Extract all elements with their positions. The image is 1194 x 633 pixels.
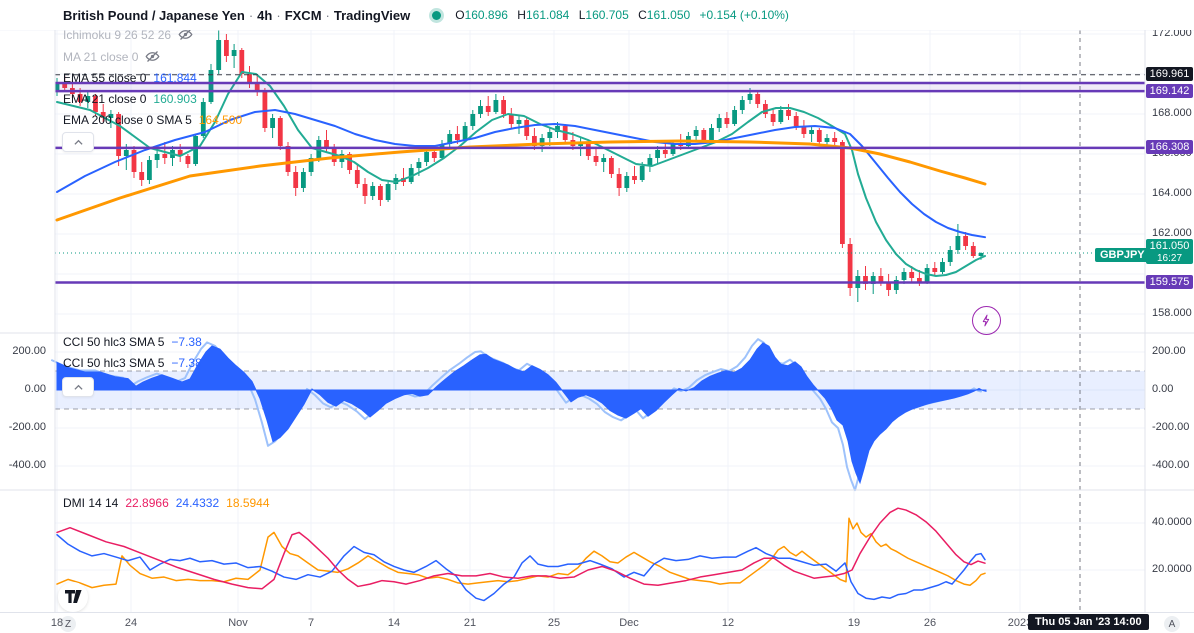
indicator-row-cci-1[interactable]: CCI 50 hlc3 SMA 5 −7.38 [63,335,202,349]
time-label: Nov [228,617,248,629]
price-tick: 158.000 [1152,307,1192,319]
ohlc-values: O160.896 H161.084 L160.705 C161.050 +0.1… [455,8,789,22]
price-badge: 169.142 [1146,83,1193,98]
dmi-tick: 20.0000 [1152,563,1192,575]
lightning-quick-trade-button[interactable] [972,306,1001,335]
cci-tick-left: 200.00 [12,345,46,357]
cci-tick: -400.00 [1152,459,1190,471]
eye-off-icon[interactable] [145,49,160,64]
time-label: 7 [307,617,315,629]
cci-tick: 0.00 [1152,383,1174,395]
time-axis[interactable]: Z Thu 05 Jan '23 14:00 A 18 24 Nov 7 14 21 25 D… [0,612,1194,633]
dmi-adx-value: 22.8966 [125,496,169,510]
tradingview-logo[interactable] [58,582,88,612]
cci-tick: 200.00 [1152,345,1186,357]
price-tick: 168.000 [1152,107,1192,119]
cci-tick-left: -200.00 [8,421,46,433]
dmi-tick: 40.0000 [1152,516,1192,528]
interval-label: 4h [257,7,273,23]
cci-tick-left: 0.00 [24,383,46,395]
auto-scale-button[interactable]: A [1164,616,1180,632]
symbol-price-tag: GBPJPY [1095,248,1150,262]
time-label: 18 [50,617,64,629]
price-tick: 162.000 [1152,227,1192,239]
dmi-minus-di-value: 18.5944 [226,496,270,510]
symbol-title[interactable]: British Pound / Japanese Yen · 4h · FXCM · Tra… [63,8,410,23]
time-label: 25 [547,617,561,629]
cci-value: −7.38 [171,335,202,349]
chart-header: British Pound / Japanese Yen · 4h · FXCM · Tra… [0,0,1194,30]
platform-label: TradingView [333,7,411,23]
price-badge: 166.308 [1146,140,1193,155]
cci-tick: -200.00 [1152,421,1190,433]
time-label: Dec [619,617,639,629]
collapse-indicators-button[interactable] [62,132,94,152]
indicator-row-ema55[interactable]: EMA 55 close 0 161.844 [63,71,197,85]
indicator-row-ema200[interactable]: EMA 200 close 0 SMA 5 164.500 [63,113,242,127]
change-value: +0.154 (+0.10%) [699,8,789,22]
price-badge: 169.961 [1146,67,1193,82]
ema200-value: 164.500 [198,113,243,127]
collapse-cci-button[interactable] [62,377,94,397]
cci-tick-left: -400.00 [8,459,46,471]
chevron-up-icon [73,384,83,390]
price-badge: 159.575 [1146,275,1193,289]
dmi-plus-di-value: 24.4332 [175,496,220,510]
time-label: 26 [923,617,937,629]
ema55-value: 161.844 [153,71,197,85]
lightning-icon [982,314,990,327]
tradingview-chart-window: British Pound / Japanese Yen · 4h · FXCM · Tra… [0,0,1194,633]
price-tick: 164.000 [1152,187,1192,199]
time-label: 19 [847,617,861,629]
time-label: 24 [124,617,138,629]
indicator-row-dmi[interactable]: DMI 14 14 22.8966 24.4332 18.5944 [63,496,270,510]
crosshair-time-badge: Thu 05 Jan '23 14:00 [1028,614,1149,630]
cci-sma-value: −7.38 [171,356,202,370]
indicator-row-cci-2[interactable]: CCI 50 hlc3 SMA 5 −7.38 [63,356,202,370]
ema21-value: 160.903 [153,92,197,106]
indicator-row-ma21[interactable]: MA 21 close 0 [63,49,160,64]
time-label: 12 [721,617,735,629]
indicator-row-ema21[interactable]: EMA 21 close 0 160.903 [63,92,197,106]
data-source-dot-icon [432,10,442,20]
price-badge: 161.050 16:27 [1146,239,1193,264]
time-label: 14 [387,617,401,629]
time-label: 21 [463,617,477,629]
chevron-up-icon [73,139,83,145]
exchange-label: FXCM [284,7,322,23]
